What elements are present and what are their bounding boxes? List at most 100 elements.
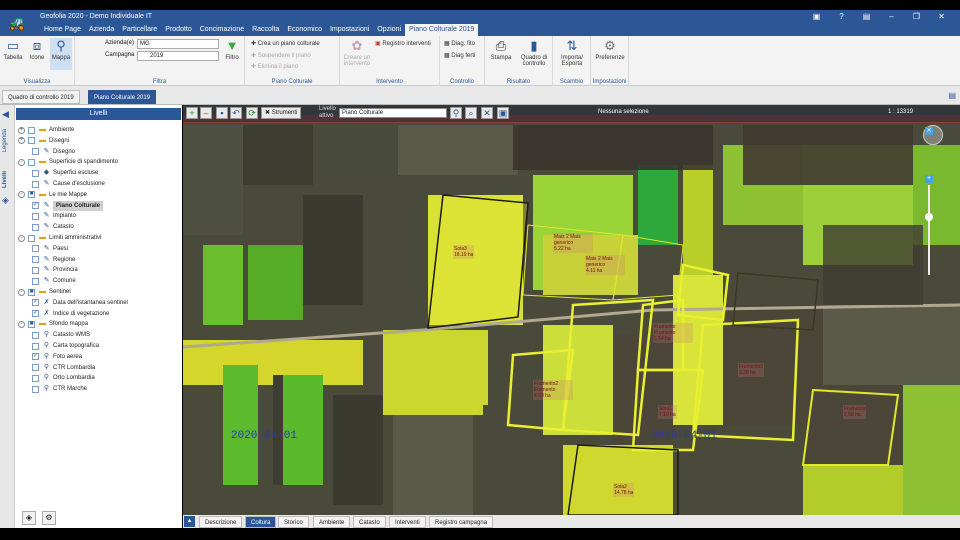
map-view[interactable]: Soia3 18.19 ha Mais 2 Mais generico 5.22 ha… (183, 105, 960, 515)
layer-item[interactable]: ✓ ✗ Data dell'istantanea sentinel (32, 298, 128, 308)
layer-checkbox[interactable]: ✓ (32, 299, 39, 307)
layer-item[interactable]: ⚲ CTR Lombardia (32, 363, 95, 373)
tabella-button[interactable]: ▭ Tabella (3, 38, 23, 61)
undo-icon[interactable]: ↶ (230, 107, 242, 119)
menu-impostazioni[interactable]: Impostazioni (326, 24, 373, 36)
layer-checkbox[interactable] (32, 331, 39, 339)
save-icon[interactable]: ▪ (216, 107, 228, 119)
legenda-tab[interactable]: Legenda (2, 129, 13, 152)
layer-item[interactable]: ✎ Disegno (32, 147, 75, 157)
tab-ambiente[interactable]: Ambiente (313, 516, 351, 528)
layers-stack-icon[interactable]: ◈ (22, 511, 36, 525)
icone-button[interactable]: ⧈ Icone (27, 38, 47, 61)
tab-storico[interactable]: Storico (278, 516, 309, 528)
layer-item[interactable]: + ▬ Ambiente (18, 125, 74, 135)
sospendi-piano-button[interactable]: ✚ Sospendere il piano (251, 52, 311, 59)
layer-item[interactable]: ✎ Cause d'esclusione (32, 179, 105, 189)
livello-attivo-select[interactable]: Piano Colturale (339, 108, 447, 118)
tab-coltura[interactable]: Coltura (245, 516, 277, 528)
add-icon[interactable]: + (186, 107, 198, 119)
parcel-label[interactable]: Soia1 7.10 ha (658, 405, 677, 419)
menu-concimazione[interactable]: Concimazione (196, 24, 248, 36)
layer-checkbox[interactable] (28, 137, 35, 145)
tab-piano-colturale[interactable]: Piano Colturale 2019 (88, 90, 157, 104)
preferenze-button[interactable]: ⚙ Preferenze (593, 38, 627, 61)
layer-checkbox[interactable]: ✓ (32, 353, 39, 361)
close-icon[interactable]: ✕ (929, 12, 954, 22)
menu-home-page[interactable]: Home Page (40, 24, 85, 36)
layer-checkbox[interactable] (32, 364, 39, 372)
menu-economico[interactable]: Economico (283, 24, 326, 36)
zoom-search-icon[interactable]: ⚲ (450, 107, 462, 119)
menu-prodotto[interactable]: Prodotto (161, 24, 195, 36)
layer-checkbox[interactable] (32, 148, 39, 156)
tab-catasto[interactable]: Catasto (353, 516, 386, 528)
layer-checkbox[interactable] (32, 180, 39, 188)
layer-item[interactable]: - ■ ▬ Sentinel (18, 287, 71, 297)
layer-checkbox[interactable] (32, 385, 39, 393)
crea-piano-button[interactable]: ✚ Crea un piano colturale (251, 40, 320, 47)
creare-intervento-button[interactable]: ✿ Creare un intervento (342, 38, 372, 67)
refresh-icon[interactable]: ⟳ (246, 107, 258, 119)
layer-checkbox[interactable] (32, 223, 39, 231)
layer-item[interactable]: ✓ ✗ Indice di vegetazione (32, 309, 109, 319)
layer-checkbox[interactable]: ✓ (32, 202, 39, 210)
importa-esporta-button[interactable]: ⇅ Importa/ Esporta (555, 38, 589, 67)
tab-registro-campagna[interactable]: Registro campagna (429, 516, 494, 528)
layer-checkbox[interactable] (32, 266, 39, 274)
mappa-button[interactable]: ⚲ Mappa (50, 38, 72, 70)
layer-checkbox[interactable]: ■ (28, 288, 35, 296)
layer-checkbox[interactable] (28, 126, 35, 134)
layer-checkbox[interactable] (32, 374, 39, 382)
layer-item[interactable]: ✓ ⚲ Foto aerea (32, 352, 82, 362)
layer-checkbox[interactable] (32, 256, 39, 264)
azienda-input[interactable]: MG (137, 39, 219, 49)
settings-icon[interactable]: ⚙ (42, 511, 56, 525)
layer-checkbox[interactable] (32, 277, 39, 285)
layer-item[interactable]: ✎ Comune (32, 276, 76, 286)
zoom-in-icon[interactable]: + (925, 175, 933, 183)
layer-item[interactable]: + ▬ Disegni (18, 136, 69, 146)
layer-item[interactable]: ◆ Superfici escluse (32, 168, 98, 178)
layer-checkbox[interactable] (28, 234, 35, 242)
parcel-label[interactable]: Frumento2 Frumento 4.58 ha (533, 380, 573, 400)
parcel-label[interactable]: Frumento 2.98 ha (843, 405, 867, 419)
layer-item[interactable]: ✎ Regione (32, 255, 75, 265)
layer-checkbox[interactable]: ■ (28, 191, 35, 199)
layer-checkbox[interactable]: ✓ (32, 310, 39, 318)
livelli-tab[interactable]: Livelli (2, 171, 13, 188)
layer-item[interactable]: ⚲ CTR Marche (32, 384, 87, 394)
layer-item[interactable]: - ▬ Superficie di spandimento (18, 157, 118, 167)
zoom-slider[interactable] (928, 185, 930, 275)
layer-item[interactable]: - ■ ▬ Sfondo mappa (18, 319, 88, 329)
layer-item[interactable]: ✓ ✎ Piano Colturale (32, 200, 104, 211)
options-icon[interactable]: ▤ (854, 12, 879, 22)
layer-item[interactable]: ⚲ Catasto WMS (32, 330, 90, 340)
layer-checkbox[interactable] (32, 342, 39, 350)
collapse-icon[interactable]: - (18, 288, 25, 296)
restore-icon[interactable]: ❐ (904, 12, 929, 22)
collapse-icon[interactable]: - (18, 158, 25, 166)
layer-item[interactable]: ✎ Paesi (32, 244, 68, 254)
elimina-piano-button[interactable]: ✚ Elimina il piano (251, 63, 298, 70)
diag-fito-button[interactable]: ▦ Diag. fito (444, 40, 475, 47)
menu-piano-colturale-2019[interactable]: Piano Colturale 2019 (405, 24, 479, 36)
layer-checkbox[interactable]: ■ (28, 320, 35, 328)
layers-icon[interactable]: ◈ (2, 195, 9, 206)
layer-item[interactable]: ⚲ Orto Lombardia (32, 373, 95, 383)
parcel-label[interactable]: Frumento3 3.28 ha (738, 363, 765, 377)
minimize-icon[interactable]: – (879, 12, 904, 22)
map-view-icon[interactable]: ▣ (497, 107, 509, 119)
strumenti-button[interactable]: ✖ Strumenti (261, 107, 302, 119)
collapse-icon[interactable]: - (18, 320, 25, 328)
quadro-controllo-button[interactable]: ▮ Quadro di controllo (517, 38, 551, 67)
tab-interventi[interactable]: Interventi (389, 516, 426, 528)
menu-opzioni[interactable]: Opzioni (373, 24, 405, 36)
forward-icon[interactable]: ▣ (804, 12, 829, 22)
layer-item[interactable]: - ▬ Limiti amministrativi (18, 233, 101, 243)
clear-selection-icon[interactable]: ✕ (481, 107, 493, 119)
tab-descrizione[interactable]: Descrizione (199, 516, 243, 528)
diag-ferti-button[interactable]: ▦ Diag ferti (444, 52, 475, 59)
layer-item[interactable]: ✎ Catasto (32, 222, 74, 232)
stampa-button[interactable]: ⎙ Stampa (489, 38, 513, 61)
